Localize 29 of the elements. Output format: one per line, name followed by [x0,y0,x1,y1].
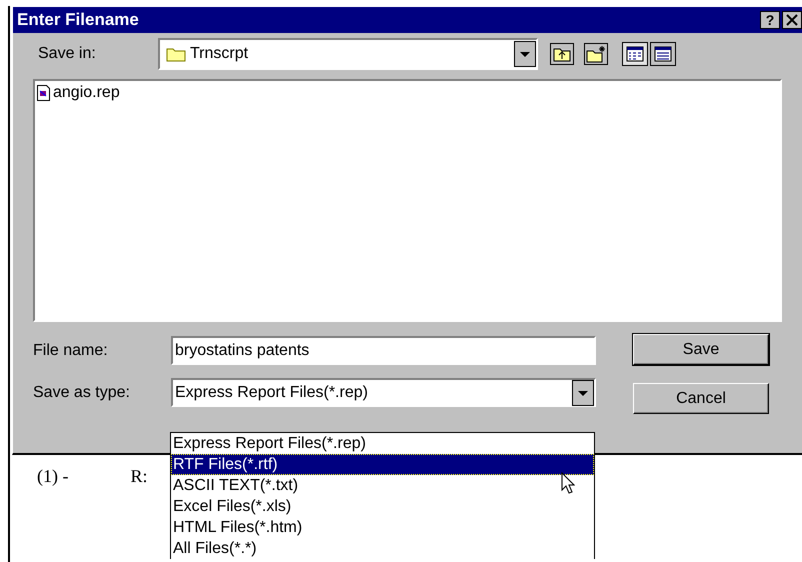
save-button[interactable]: Save [633,334,769,365]
document-text: (1) - [37,466,68,487]
folder-icon [166,46,186,62]
list-view-icon[interactable] [622,42,648,66]
close-icon[interactable] [782,11,802,29]
folder-name: Trnscrpt [190,45,250,63]
cancel-button[interactable]: Cancel [633,383,769,414]
file-name-label: File name: [33,342,109,360]
file-type-option[interactable]: RTF Files(*.rtf) [171,454,594,475]
file-type-option[interactable]: ASCII TEXT(*.txt) [171,475,594,496]
file-type-option[interactable]: HTML Files(*.htm) [171,517,594,538]
save-as-type-label: Save as type: [33,384,131,402]
details-view-icon[interactable] [650,42,676,66]
file-type-option[interactable]: All Files(*.*) [171,538,594,559]
file-name-field[interactable]: bryostatins patents [171,336,596,365]
mouse-pointer-icon [561,472,575,494]
window-title: Enter Filename [17,10,140,30]
new-folder-icon[interactable] [584,43,608,65]
help-button[interactable]: ? [760,11,780,29]
selected-type: Express Report Files(*.rep) [175,384,368,402]
document-icon [37,85,50,101]
save-in-dropdown[interactable]: Trnscrpt [158,38,538,70]
save-in-label: Save in: [38,45,97,63]
up-folder-icon[interactable] [550,43,574,65]
file-type-option[interactable]: Excel Files(*.xls) [171,496,594,517]
save-as-type-dropdown[interactable]: Express Report Files(*.rep) [171,378,596,407]
file-type-option[interactable]: Express Report Files(*.rep) [171,433,594,454]
document-text: R: [130,466,148,487]
file-name[interactable]: angio.rep [53,84,120,102]
